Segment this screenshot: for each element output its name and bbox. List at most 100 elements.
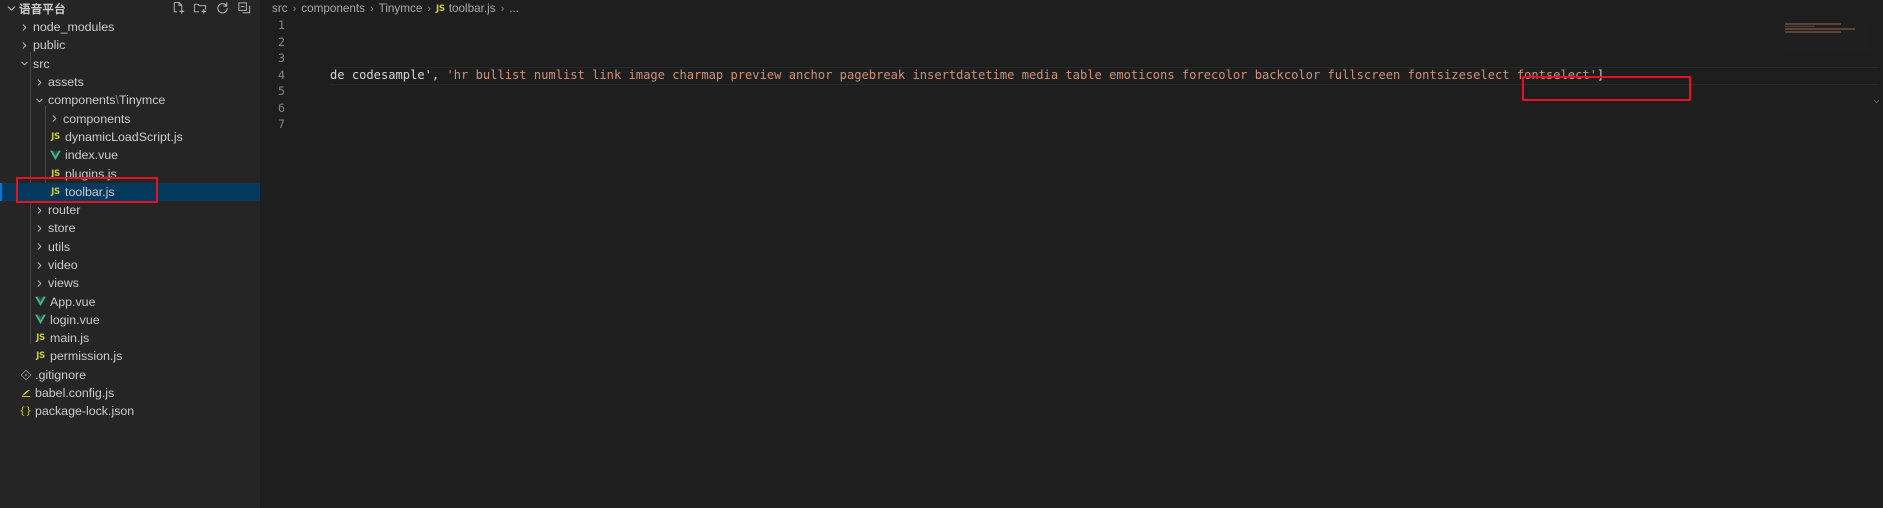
tree-item-package-lock-json[interactable]: {} package-lock.json <box>0 402 260 420</box>
tree-item-gitignore[interactable]: .gitignore <box>0 366 260 384</box>
file-tree[interactable]: node_modules public src assets component… <box>0 17 260 421</box>
line-number: 3 <box>278 51 285 65</box>
editor-vertical-scrollbar[interactable] <box>1869 17 1883 508</box>
breadcrumb-item-toolbar-js[interactable]: toolbar.js <box>449 2 496 15</box>
chevron-right-icon[interactable] <box>32 260 47 271</box>
tree-item-label: src <box>33 56 50 71</box>
tree-item-label: views <box>48 276 79 291</box>
vue-file-icon <box>32 295 49 308</box>
refresh-icon[interactable] <box>215 1 230 16</box>
vue-file-icon <box>32 313 49 326</box>
tree-item-public[interactable]: public <box>0 36 260 54</box>
tree-item-login-vue[interactable]: login.vue <box>0 311 260 329</box>
code-line-5[interactable] <box>306 83 1883 100</box>
tree-item-label: package-lock.json <box>35 404 135 419</box>
json-file-icon: {} <box>19 405 32 417</box>
breadcrumb-separator: › <box>500 2 505 15</box>
tree-item-label: router <box>48 203 81 218</box>
explorer-project-title: 语音平台 <box>19 3 66 16</box>
line-number: 4 <box>278 67 285 82</box>
js-file-icon: JS <box>436 3 445 14</box>
chevron-down-icon[interactable] <box>17 58 32 69</box>
tree-item-src[interactable]: src <box>0 55 260 73</box>
tree-item-index-vue[interactable]: index.vue <box>0 146 260 164</box>
tree-item-label: plugins.js <box>65 166 117 181</box>
code-line-7[interactable] <box>306 116 1883 133</box>
js-file-icon: JS <box>36 333 45 344</box>
tree-item-views[interactable]: views <box>0 274 260 292</box>
js-file-icon: JS <box>51 131 60 142</box>
code-string-literal: 'hr bullist numlist link image charmap p… <box>446 67 1597 82</box>
chevron-right-icon[interactable] <box>17 40 32 51</box>
tree-item-main-js[interactable]: JS main.js <box>0 329 260 347</box>
breadcrumb-separator: › <box>427 2 432 15</box>
breadcrumb-item-src[interactable]: src <box>272 2 288 15</box>
breadcrumb-item-tinymce[interactable]: Tinymce <box>379 2 423 15</box>
tree-item-utils[interactable]: utils <box>0 238 260 256</box>
line-number: 6 <box>278 100 285 115</box>
tree-item-label: utils <box>48 239 71 254</box>
tree-item-components[interactable]: components <box>0 109 260 127</box>
js-file-icon: JS <box>51 186 60 197</box>
breadcrumb-item-components[interactable]: components <box>301 2 365 15</box>
tree-item-label: assets <box>48 75 84 90</box>
chevron-right-icon[interactable] <box>17 22 32 33</box>
tree-item-store[interactable]: store <box>0 219 260 237</box>
tree-item-node_modules[interactable]: node_modules <box>0 18 260 36</box>
chevron-right-icon[interactable] <box>32 205 47 216</box>
chevron-right-icon[interactable] <box>32 223 47 234</box>
tree-item-components-tinymce[interactable]: components\Tinymce <box>0 91 260 109</box>
minimap[interactable] <box>1783 23 1869 51</box>
breadcrumb: src › components › Tinymce › JS toolbar.… <box>260 0 1883 17</box>
chevron-right-icon[interactable] <box>32 278 47 289</box>
tree-item-label: toolbar.js <box>65 184 115 199</box>
tree-item-router[interactable]: router <box>0 201 260 219</box>
explorer-root-chevron-down-icon[interactable] <box>4 2 19 15</box>
code-content[interactable]: de codesample', 'hr bullist numlist link… <box>306 17 1883 508</box>
code-line-6[interactable] <box>306 100 1883 117</box>
code-line-1[interactable] <box>306 17 1883 34</box>
code-line-4[interactable]: de codesample', 'hr bullist numlist link… <box>306 66 1883 85</box>
chevron-right-icon[interactable] <box>32 77 47 88</box>
chevron-down-icon[interactable] <box>32 95 47 106</box>
tree-item-plugins-js[interactable]: JS plugins.js <box>0 164 260 182</box>
tree-item-video[interactable]: video <box>0 256 260 274</box>
tree-item-label: babel.config.js <box>35 386 115 401</box>
tree-item-label: App.vue <box>50 294 96 309</box>
explorer-sidebar: 语音平台 node_modules public src assets comp… <box>0 0 260 508</box>
code-prefix: de codesample', <box>330 67 447 82</box>
code-line-2[interactable] <box>306 34 1883 51</box>
line-number: 2 <box>278 34 285 49</box>
tree-item-toolbar-js[interactable]: JS toolbar.js <box>0 182 260 202</box>
code-editor[interactable]: 1 2 3 4 5 6 7 de codesample', 'hr bullis… <box>260 17 1883 508</box>
line-number: 7 <box>278 117 285 131</box>
breadcrumb-separator: › <box>369 2 374 15</box>
tree-item-babel-config-js[interactable]: babel.config.js <box>0 384 260 402</box>
tree-item-label: .gitignore <box>35 367 86 382</box>
collapse-all-icon[interactable] <box>237 1 252 16</box>
vscode-window: 语音平台 node_modules public src assets comp… <box>0 0 1883 508</box>
tree-item-dynamicloadscript-js[interactable]: JS dynamicLoadScript.js <box>0 128 260 146</box>
tree-item-app-vue[interactable]: App.vue <box>0 292 260 310</box>
tree-item-assets[interactable]: assets <box>0 73 260 91</box>
tree-item-label: index.vue <box>65 148 119 163</box>
chevron-right-icon[interactable] <box>47 113 62 124</box>
js-file-icon: JS <box>36 351 45 362</box>
minimap-line <box>1785 23 1841 25</box>
tree-item-label: components <box>63 111 131 126</box>
tree-item-sublabel: Tinymce <box>118 93 166 108</box>
new-folder-icon[interactable] <box>193 1 208 16</box>
new-file-icon[interactable] <box>171 1 186 16</box>
explorer-header-actions <box>171 1 254 16</box>
babel-file-icon <box>17 387 34 399</box>
code-line-3[interactable] <box>306 50 1883 67</box>
tree-item-label: login.vue <box>50 312 100 327</box>
tree-item-label: components\Tinymce <box>48 93 166 108</box>
tree-item-permission-js[interactable]: JS permission.js <box>0 347 260 365</box>
chevron-right-icon[interactable] <box>32 241 47 252</box>
breadcrumb-item-overflow[interactable]: ... <box>509 2 519 15</box>
tree-item-label: store <box>48 221 76 236</box>
tree-item-label: video <box>48 258 78 272</box>
vue-file-icon <box>47 149 64 162</box>
tree-item-label: dynamicLoadScript.js <box>65 129 183 144</box>
